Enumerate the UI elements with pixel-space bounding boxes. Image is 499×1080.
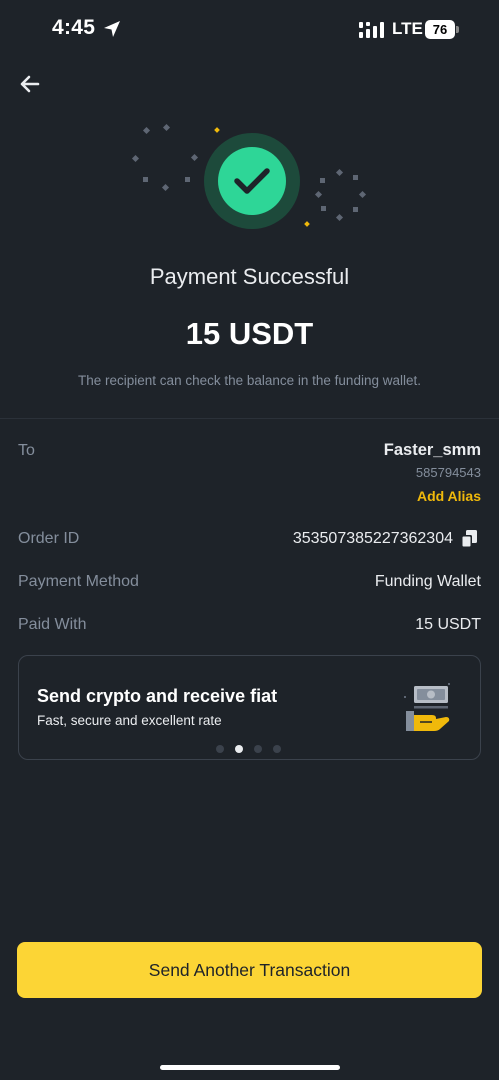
pager-dot[interactable] <box>273 745 281 753</box>
order-id-label: Order ID <box>18 530 80 547</box>
status-bar: 4:45 LTE 76 <box>0 0 499 60</box>
location-arrow-icon <box>104 21 120 37</box>
confetti-dot <box>320 178 325 183</box>
confetti-dot <box>335 213 344 222</box>
confetti-dot <box>162 123 171 132</box>
cash-hand-icon <box>404 683 450 731</box>
promo-pager <box>216 745 286 755</box>
confetti-dot <box>185 177 190 182</box>
confetti-dot <box>321 206 326 211</box>
back-arrow-icon[interactable] <box>16 70 44 98</box>
send-another-transaction-button[interactable]: Send Another Transaction <box>17 942 482 998</box>
success-illustration <box>120 115 380 240</box>
confetti-gold-dot <box>304 221 310 227</box>
network-type: LTE <box>392 19 423 38</box>
checkmark-icon <box>234 168 270 194</box>
result-subtitle: The recipient can check the balance in t… <box>78 373 421 388</box>
battery-tip <box>456 26 459 33</box>
add-alias-link[interactable]: Add Alias <box>417 488 481 504</box>
promo-banner[interactable]: Send crypto and receive fiat Fast, secur… <box>18 655 481 760</box>
payment-method-value: Funding Wallet <box>374 573 481 590</box>
to-label: To <box>18 442 35 459</box>
pager-dot-active[interactable] <box>235 745 243 753</box>
paid-with-value: 15 USDT <box>415 616 481 633</box>
copy-icon[interactable] <box>461 530 477 548</box>
recipient-id: 585794543 <box>415 465 481 480</box>
confetti-dot <box>353 207 358 212</box>
pager-dot[interactable] <box>254 745 262 753</box>
confetti-dot <box>131 154 140 163</box>
recipient-name: Faster_smm <box>383 441 481 459</box>
confetti-dot <box>161 183 170 192</box>
promo-subtitle: Fast, secure and excellent rate <box>37 713 222 728</box>
confetti-dot <box>314 190 323 199</box>
confetti-dot <box>190 153 199 162</box>
battery-level: 76 <box>432 22 448 37</box>
payment-amount: 15 USDT <box>185 316 314 351</box>
divider <box>0 418 499 419</box>
confetti-dot <box>353 175 358 180</box>
confetti-dot <box>358 190 367 199</box>
battery-icon: 76 <box>425 20 459 39</box>
pager-dot[interactable] <box>216 745 224 753</box>
paid-with-label: Paid With <box>18 616 87 633</box>
result-title: Payment Successful <box>149 264 350 289</box>
payment-method-label: Payment Method <box>18 573 139 590</box>
status-time: 4:45 <box>52 16 96 39</box>
confetti-dot <box>143 177 148 182</box>
promo-title: Send crypto and receive fiat <box>37 686 278 706</box>
home-indicator[interactable] <box>160 1065 340 1070</box>
order-id-value: 353507385227362304 <box>292 530 453 547</box>
cellular-signal-icon <box>359 22 384 38</box>
confetti-dot <box>335 168 344 177</box>
confetti-dot <box>142 126 151 135</box>
confetti-gold-dot <box>214 127 220 133</box>
